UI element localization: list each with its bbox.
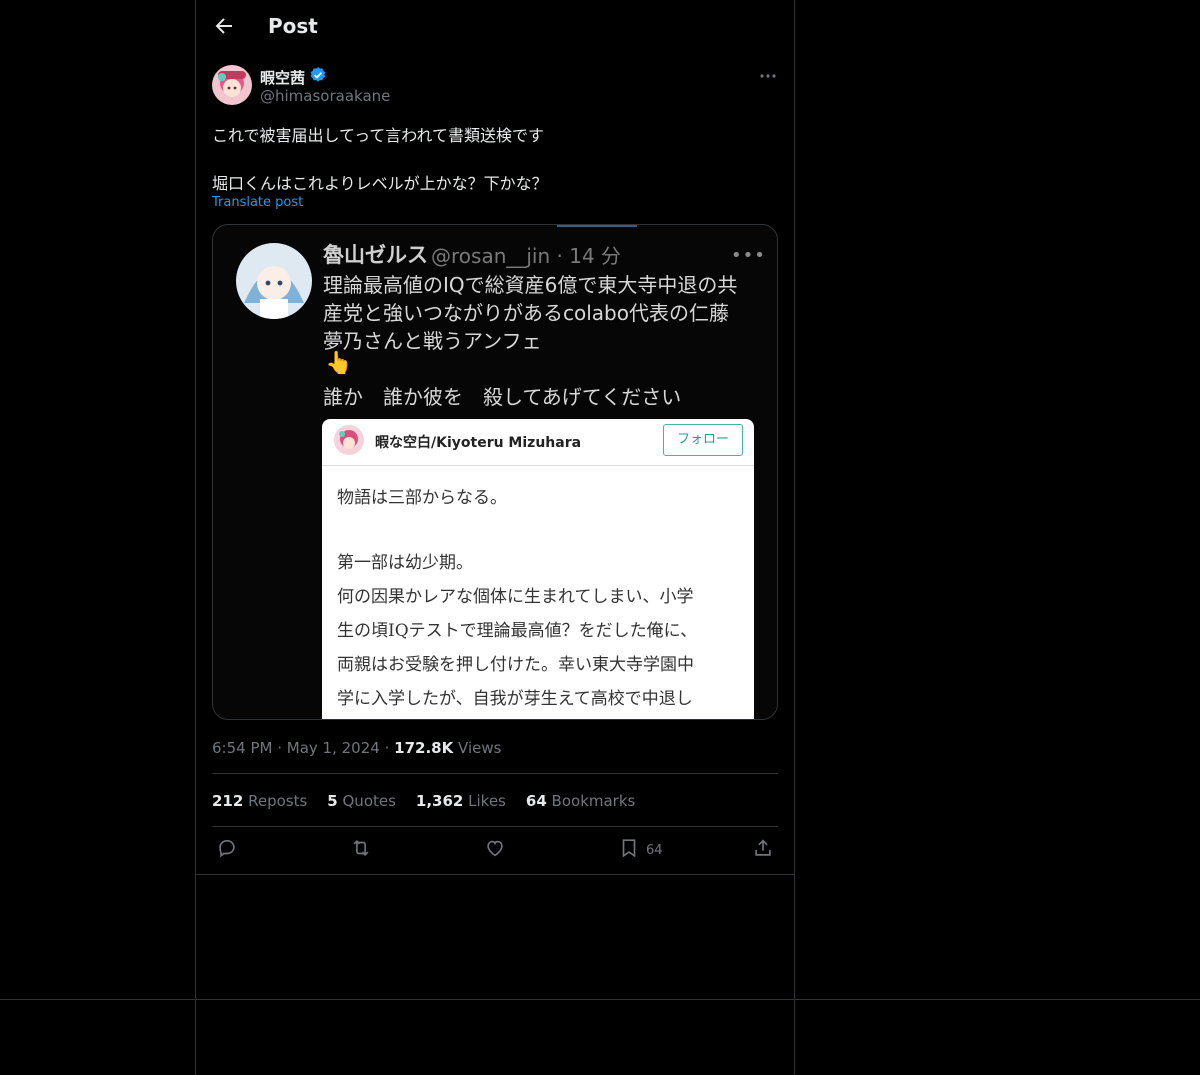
embedded-text-line: 産党と強いつながりがあるcolabo代表の仁藤 [323, 301, 729, 325]
embedded-card-line: 学に入学したが、自我が芽生えて高校で中退し [337, 689, 693, 709]
repost-icon [350, 837, 372, 863]
embedded-handle-time: @rosan__jin · 14 分 [431, 244, 622, 268]
post-media-image[interactable]: 魯山ゼルス @rosan__jin · 14 分 ••• 理論最高値のIQで総資… [212, 224, 778, 720]
bookmark-icon [618, 837, 640, 863]
share-button[interactable] [752, 838, 774, 862]
lower-divider [0, 999, 1200, 1000]
embedded-card: 暇な空白/Kiyoteru Mizuhara フォロー 物語は三部からなる。 第… [322, 419, 754, 719]
embedded-card-line: 何の因果かレアな個体に生まれてしまい、小学 [337, 587, 694, 607]
embedded-author-name: 魯山ゼルス [323, 243, 428, 267]
embedded-text-line: 誰か 誰か彼を 殺してあげてください [323, 385, 682, 409]
views-label: Views [458, 739, 502, 757]
bookmark-count: 64 [646, 842, 663, 858]
stats-top-divider [212, 773, 778, 774]
embedded-follow-button: フォロー [663, 424, 743, 456]
meta-separator: · [277, 739, 287, 757]
author-name-row: 暇空茜 [260, 66, 327, 88]
post-bottom-border [196, 874, 794, 875]
embedded-card-header: 暇な空白/Kiyoteru Mizuhara フォロー [322, 419, 754, 466]
meta-separator: · [384, 739, 395, 757]
reposts-stat[interactable]: 212 Reposts [212, 792, 307, 810]
post-timestamp: 6:54 PM · May 1, 2024 · 172.8K Views [212, 739, 501, 757]
author-handle[interactable]: @himasoraakane [260, 87, 390, 105]
embedded-card-name: 暇な空白/Kiyoteru Mizuhara [375, 435, 582, 451]
views-count: 172.8K [394, 739, 454, 757]
engagement-stats: 212 Reposts 5 Quotes 1,362 Likes 64 Book… [212, 792, 635, 810]
embedded-more-icon: ••• [731, 245, 766, 266]
left-column-border [195, 0, 196, 1075]
embedded-text-line: 夢乃さんと戦うアンフェ [323, 329, 542, 353]
author-avatar[interactable] [212, 65, 252, 105]
reply-button[interactable] [216, 838, 238, 862]
like-button[interactable] [484, 838, 506, 862]
bookmarks-stat[interactable]: 64 Bookmarks [526, 792, 635, 810]
action-bar: 64 [212, 838, 778, 864]
right-column-border [794, 0, 795, 1075]
post-time[interactable]: 6:54 PM [212, 739, 272, 757]
quotes-stat[interactable]: 5 Quotes [327, 792, 396, 810]
more-options-icon[interactable] [758, 66, 778, 86]
embedded-card-avatar [334, 425, 364, 455]
repost-button[interactable] [350, 838, 372, 862]
page-title: Post [268, 14, 318, 38]
translate-post-link[interactable]: Translate post [212, 195, 303, 210]
reply-icon [216, 837, 238, 863]
likes-stat[interactable]: 1,362 Likes [416, 792, 506, 810]
share-icon [752, 837, 774, 863]
embedded-card-line: 生の頃IQテストで理論最高値？をだした俺に、 [337, 621, 698, 641]
back-arrow-icon[interactable] [212, 14, 236, 38]
bookmark-button[interactable]: 64 [618, 838, 663, 862]
heart-icon [484, 837, 506, 863]
post-text-line-1: これで被害届出してって言われて書類送検です [212, 126, 545, 145]
stats-bottom-divider [212, 826, 778, 827]
embedded-text-line: 理論最高値のIQで総資産6億で東大寺中退の共 [323, 273, 738, 297]
pointing-up-emoji: 👆 [325, 351, 353, 376]
embedded-card-line: 物語は三部からなる。 [337, 488, 507, 508]
embedded-card-line: 第一部は幼少期。 [337, 553, 473, 573]
embedded-card-line: 両親はお受験を押し付けた。幸い東大寺学園中 [337, 655, 694, 675]
verified-badge-icon [309, 66, 327, 88]
media-top-accent [557, 225, 637, 227]
embedded-avatar [236, 243, 312, 319]
post-header: Post [196, 0, 794, 55]
post-date[interactable]: May 1, 2024 [287, 739, 380, 757]
author-name[interactable]: 暇空茜 [260, 67, 305, 88]
post-text-line-2: 堀口くんはこれよりレベルが上かな？下かな？ [212, 174, 548, 193]
